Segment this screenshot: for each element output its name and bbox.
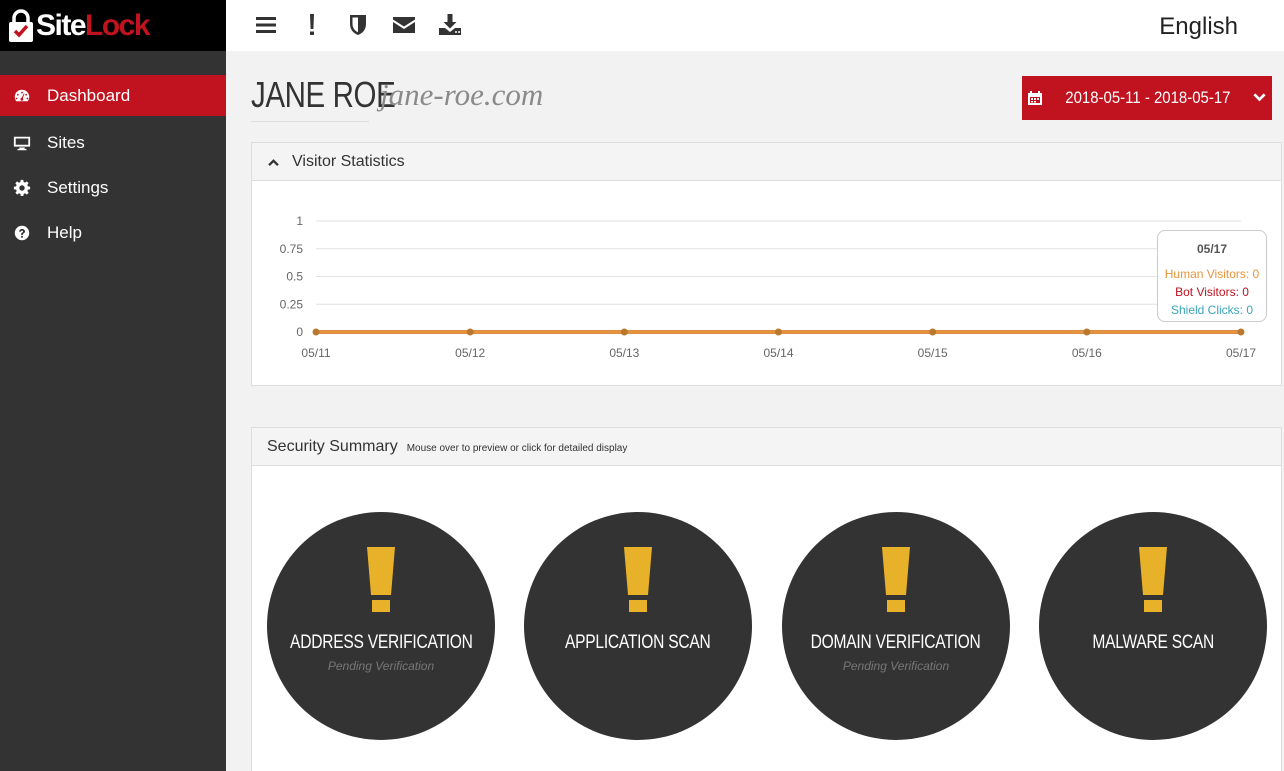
panel-title: Visitor Statistics [292, 152, 405, 170]
account-name: JANE ROE [251, 74, 396, 115]
panel-note: Mouse over to preview or click for detai… [406, 443, 628, 454]
tooltip-bot-visitors: Bot Visitors: 0 [1175, 285, 1249, 299]
y-tick-label: 0.75 [280, 242, 304, 256]
application-scan-card[interactable]: APPLICATION SCAN [524, 512, 752, 740]
card-title: MALWARE SCAN [1092, 632, 1214, 653]
date-range-text: 2018-05-11 - 2018-05-17 [1065, 88, 1231, 107]
account-domain: jane-roe.com [380, 77, 544, 112]
logo-lock-text: Lock [85, 8, 151, 42]
header-divider [251, 121, 369, 122]
sidebar-item-help[interactable]: Help [0, 210, 226, 255]
x-tick-label: 05/11 [301, 346, 330, 360]
address-verification-card[interactable]: ADDRESS VERIFICATION Pending Verificatio… [267, 512, 495, 740]
card-title: DOMAIN VERIFICATION [811, 632, 981, 653]
panel-title: Security Summary [267, 437, 398, 455]
sidebar-item-label: Sites [47, 132, 85, 152]
chevron-down-icon [1253, 92, 1266, 101]
alert-icon [882, 547, 910, 612]
top-bar: English [226, 0, 1284, 51]
card-status: Pending Verification [327, 659, 435, 673]
gear-icon [12, 178, 32, 198]
chart-tooltip: 05/17 Human Visitors: 0 Bot Visitors: 0 … [1157, 230, 1267, 322]
envelope-icon[interactable] [392, 12, 416, 38]
malware-scan-card[interactable]: MALWARE SCAN [1039, 512, 1267, 740]
calendar-icon [1028, 91, 1043, 105]
tooltip-shield-clicks: Shield Clicks: 0 [1170, 303, 1254, 317]
dashboard-icon [12, 86, 32, 106]
sidebar-item-label: Dashboard [47, 85, 131, 105]
sidebar-item-settings[interactable]: Settings [0, 165, 226, 210]
sidebar-item-label: Settings [47, 177, 109, 197]
y-tick-label: 0 [296, 325, 303, 339]
x-tick-label: 05/15 [918, 346, 948, 360]
data-point [1083, 328, 1091, 336]
x-tick-label: 05/12 [455, 346, 485, 360]
monitor-icon [12, 133, 32, 153]
domain-verification-card[interactable]: DOMAIN VERIFICATION Pending Verification [782, 512, 1010, 740]
x-tick-label: 05/17 [1226, 346, 1256, 360]
y-tick-label: 0.25 [280, 297, 304, 311]
alert-icon[interactable] [300, 12, 324, 38]
logo-site-text: Site [36, 8, 87, 42]
chevron-up-icon[interactable] [267, 155, 280, 168]
menu-icon[interactable] [254, 12, 278, 38]
sidebar-item-dashboard[interactable]: Dashboard [0, 75, 226, 116]
sidebar-nav: Dashboard Sites Settings Help [0, 75, 226, 255]
data-point [929, 328, 937, 336]
question-icon [12, 223, 32, 243]
tooltip-date: 05/17 [1196, 242, 1228, 256]
sidebar-item-sites[interactable]: Sites [0, 120, 226, 165]
alert-icon [1139, 547, 1167, 612]
visitor-statistics-panel: Visitor Statistics 0 0.25 0.5 0.75 1 05/11 05/… [251, 142, 1282, 386]
card-title: ADDRESS VERIFICATION [289, 632, 473, 653]
download-icon[interactable] [438, 12, 462, 38]
date-range-button[interactable]: 2018-05-11 - 2018-05-17 [1022, 76, 1272, 120]
card-title: APPLICATION SCAN [565, 632, 711, 653]
x-tick-label: 05/16 [1072, 346, 1102, 360]
shield-icon[interactable] [346, 12, 370, 38]
card-status: Pending Verification [842, 659, 950, 673]
padlock-logo-icon [9, 8, 33, 42]
data-point [312, 328, 320, 336]
tooltip-human-visitors: Human Visitors: 0 [1164, 267, 1260, 281]
language-selector[interactable]: English [1159, 13, 1238, 41]
y-tick-label: 0.5 [286, 270, 303, 284]
sidebar: SiteLock Dashboard Sites Settings Help [0, 0, 226, 771]
page-header: JANE ROE jane-roe.com [251, 74, 543, 116]
data-point [620, 328, 628, 336]
security-summary-panel: Security Summary Mouse over to preview o… [251, 427, 1282, 771]
alert-icon [367, 547, 395, 612]
visitor-statistics-header: Visitor Statistics [252, 143, 1281, 181]
y-tick-label: 1 [296, 214, 303, 228]
visitor-chart: 0 0.25 0.5 0.75 1 05/11 05/12 05/13 05/14 05/15 05… [280, 214, 1257, 360]
x-tick-label: 05/13 [609, 346, 639, 360]
sidebar-item-label: Help [47, 222, 82, 242]
x-tick-label: 05/14 [763, 346, 793, 360]
data-point [1237, 328, 1245, 336]
data-point [775, 328, 782, 336]
toolbar-icons [254, 12, 462, 38]
sitelock-logo[interactable]: SiteLock [0, 0, 226, 51]
alert-icon [624, 547, 652, 612]
data-point [466, 328, 474, 336]
security-summary-header: Security Summary Mouse over to preview o… [252, 428, 1281, 466]
